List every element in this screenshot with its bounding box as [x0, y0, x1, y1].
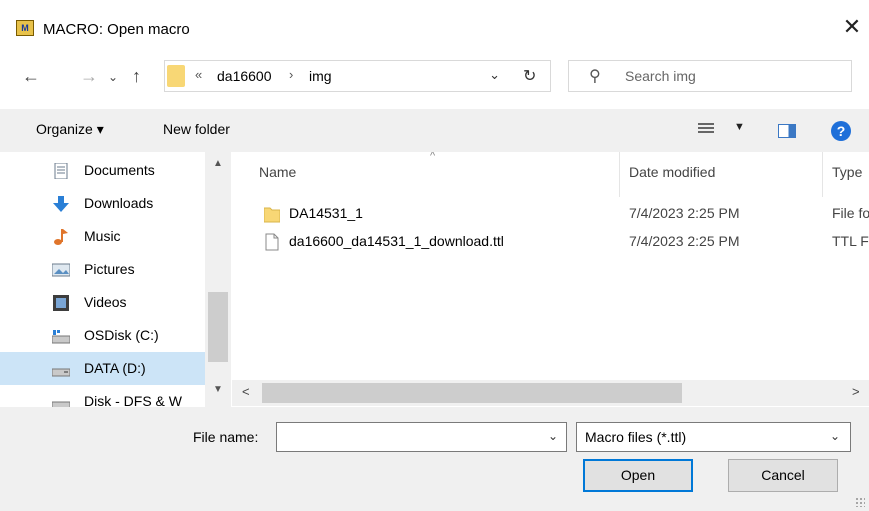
file-icon: [265, 233, 279, 251]
sidebar-item-downloads[interactable]: Downloads: [0, 187, 205, 220]
view-dropdown-icon[interactable]: ▼: [734, 121, 745, 133]
chevron-down-icon[interactable]: ⌄: [548, 429, 558, 443]
scroll-right-icon[interactable]: >: [852, 384, 860, 399]
address-dropdown-icon[interactable]: ⌄: [489, 67, 500, 83]
drive-icon: [52, 330, 70, 344]
scroll-left-icon[interactable]: <: [242, 384, 250, 399]
sidebar-item-label: Pictures: [84, 261, 135, 277]
forward-arrow-icon[interactable]: →: [80, 66, 98, 87]
sidebar-item-label: Downloads: [84, 195, 154, 211]
breadcrumb-img[interactable]: img: [309, 68, 332, 84]
sidebar-item-videos[interactable]: Videos: [0, 286, 205, 319]
sidebar-scroll-thumb[interactable]: [208, 292, 228, 362]
recent-locations-icon[interactable]: ⌄: [108, 70, 118, 84]
preview-pane-icon[interactable]: [778, 124, 796, 138]
network-drive-icon: [52, 401, 70, 407]
navigation-pane: Documents Downloads Music Pictures Video…: [0, 152, 232, 407]
file-date: 7/4/2023 2:25 PM: [629, 233, 740, 249]
back-arrow-icon[interactable]: ←: [22, 66, 40, 87]
file-name-label: File name:: [193, 429, 259, 445]
overflow-chevron-icon[interactable]: «: [195, 67, 202, 82]
sort-ascending-icon: ^: [430, 152, 436, 162]
sidebar-item-label: Videos: [84, 294, 127, 310]
scroll-down-icon[interactable]: ▼: [213, 384, 223, 395]
sidebar-scrollbar[interactable]: ▲ ▼: [205, 152, 231, 407]
sidebar-item-network-disk[interactable]: Disk - DFS & W: [0, 385, 205, 407]
search-placeholder: Search img: [625, 68, 696, 84]
folder-icon: [167, 65, 185, 87]
sidebar-item-label: DATA (D:): [84, 360, 146, 376]
column-header-date-modified[interactable]: Date modified: [629, 164, 715, 180]
open-macro-dialog: M MACRO: Open macro ✕ ← → ⌄ ↑ « da16600 …: [0, 0, 869, 511]
column-header-name[interactable]: Name: [259, 164, 296, 180]
close-icon[interactable]: ✕: [838, 14, 866, 42]
breadcrumb-da16600[interactable]: da16600: [217, 68, 272, 84]
sidebar-item-label: Music: [84, 228, 121, 244]
file-type-filter-select[interactable]: Macro files (*.ttl) ⌄: [576, 422, 851, 452]
cancel-button[interactable]: Cancel: [728, 459, 838, 492]
file-type: TTL File: [832, 233, 869, 249]
file-date: 7/4/2023 2:25 PM: [629, 205, 740, 221]
file-row-folder[interactable]: DA14531_1 7/4/2023 2:25 PM File folder: [232, 202, 869, 226]
horizontal-scroll-thumb[interactable]: [262, 383, 682, 403]
search-icon: ⚲: [589, 68, 601, 85]
column-divider[interactable]: [619, 152, 620, 197]
macro-app-icon: M: [16, 20, 34, 36]
folder-icon: [264, 207, 280, 223]
view-options-icon[interactable]: [698, 123, 714, 137]
file-name-input[interactable]: ⌄: [276, 422, 567, 452]
search-input[interactable]: ⚲ Search img: [568, 60, 852, 92]
pictures-icon: [52, 263, 70, 277]
chevron-down-icon: ⌄: [829, 429, 840, 443]
sidebar-item-osdisk[interactable]: OSDisk (C:): [0, 319, 205, 352]
sidebar-item-documents[interactable]: Documents: [0, 154, 205, 187]
file-name: DA14531_1: [289, 205, 363, 221]
sidebar-item-label: Disk - DFS & W: [84, 393, 182, 407]
horizontal-scrollbar[interactable]: < >: [232, 380, 869, 406]
resize-grip-icon[interactable]: [855, 497, 865, 507]
downloads-icon: [53, 196, 69, 212]
file-name: da16600_da14531_1_download.ttl: [289, 233, 504, 249]
address-bar[interactable]: « da16600 › img ⌄: [164, 60, 551, 92]
file-row-ttl[interactable]: da16600_da14531_1_download.ttl 7/4/2023 …: [232, 230, 869, 254]
dialog-footer: File name: ⌄ Macro files (*.ttl) ⌄ Open …: [0, 407, 869, 511]
videos-icon: [53, 295, 69, 311]
drive-icon: [52, 368, 70, 377]
help-icon[interactable]: ?: [831, 121, 851, 141]
window-title: MACRO: Open macro: [43, 21, 190, 38]
new-folder-button[interactable]: New folder: [163, 121, 230, 137]
open-button[interactable]: Open: [583, 459, 693, 492]
sidebar-item-pictures[interactable]: Pictures: [0, 253, 205, 286]
organize-button[interactable]: Organize ▾: [36, 121, 104, 138]
up-arrow-icon[interactable]: ↑: [132, 66, 141, 87]
column-divider[interactable]: [822, 152, 823, 197]
column-header-type[interactable]: Type: [832, 164, 862, 180]
breadcrumb-separator-icon: ›: [289, 67, 294, 82]
refresh-button[interactable]: ↻: [509, 60, 551, 92]
documents-icon: [54, 163, 68, 179]
sidebar-item-label: Documents: [84, 162, 155, 178]
music-icon: [54, 229, 68, 245]
sidebar-item-data-drive[interactable]: DATA (D:): [0, 352, 205, 385]
scroll-up-icon[interactable]: ▲: [213, 158, 223, 169]
title-bar: M MACRO: Open macro ✕: [0, 0, 869, 50]
file-type: File folder: [832, 205, 869, 221]
command-toolbar: Organize ▾ New folder ▼ ?: [0, 109, 869, 152]
sidebar-item-music[interactable]: Music: [0, 220, 205, 253]
file-type-filter-value: Macro files (*.ttl): [585, 429, 687, 445]
sidebar-item-label: OSDisk (C:): [84, 327, 159, 343]
refresh-icon: ↻: [523, 68, 537, 85]
file-list: ^ Name Date modified Type DA14531_1 7/4/…: [232, 152, 869, 407]
